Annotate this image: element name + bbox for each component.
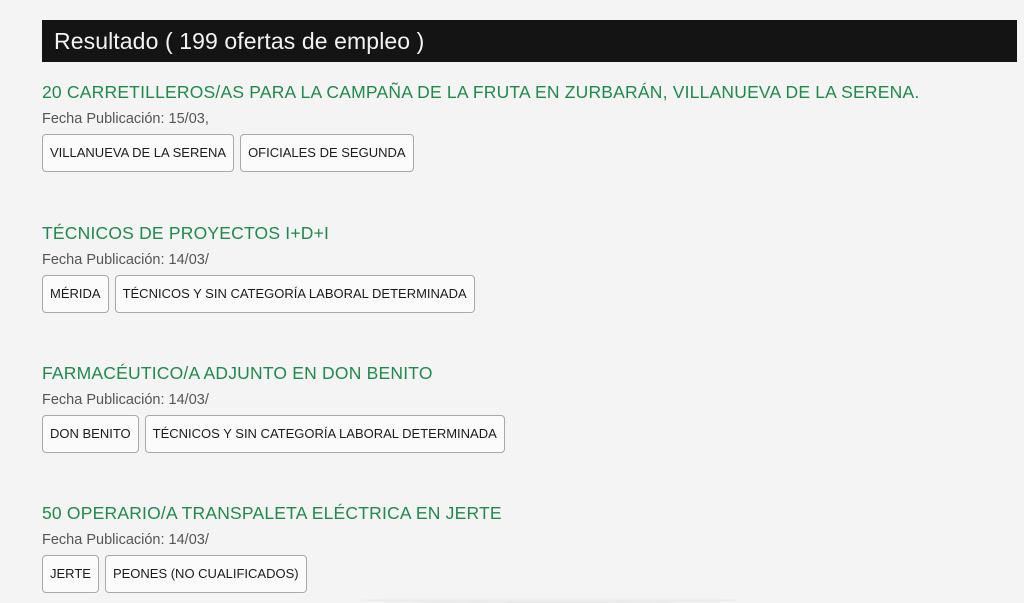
job-offer-title-link[interactable]: TÉCNICOS DE PROYECTOS I+D+I [42, 222, 1002, 244]
publication-date: Fecha Publicación: 14/03/ [42, 532, 209, 548]
publication-date: Fecha Publicación: 15/03, [42, 111, 209, 127]
job-offer-title-link[interactable]: 50 OPERARIO/A TRANSPALETA ELÉCTRICA EN J… [42, 502, 1002, 524]
location-tag[interactable]: VILLANUEVA DE LA SERENA [42, 134, 235, 172]
job-offer: 50 OPERARIO/A TRANSPALETA ELÉCTRICA EN J… [42, 502, 1002, 593]
job-offer-title-link[interactable]: FARMACÉUTICO/A ADJUNTO EN DON BENITO [42, 362, 1002, 384]
job-offer: 20 CARRETILLEROS/AS PARA LA CAMPAÑA DE L… [42, 81, 1002, 172]
tag-list: VILLANUEVA DE LA SERENA OFICIALES DE SEG… [42, 134, 1002, 172]
category-tag[interactable]: TÉCNICOS Y SIN CATEGORÍA LABORAL DETERMI… [144, 415, 505, 453]
tag-list: JERTE PEONES (NO CUALIFICADOS) [42, 555, 1002, 593]
tag-list: MÉRIDA TÉCNICOS Y SIN CATEGORÍA LABORAL … [42, 275, 1002, 313]
publication-date: Fecha Publicación: 14/03/ [42, 252, 209, 268]
tag-list: DON BENITO TÉCNICOS Y SIN CATEGORÍA LABO… [42, 415, 1002, 453]
page: Resultado ( 199 ofertas de empleo ) 20 C… [0, 0, 1024, 603]
job-offer: TÉCNICOS DE PROYECTOS I+D+I Fecha Public… [42, 222, 1002, 313]
job-offer-title-link[interactable]: 20 CARRETILLEROS/AS PARA LA CAMPAÑA DE L… [42, 81, 1002, 103]
category-tag[interactable]: OFICIALES DE SEGUNDA [240, 134, 414, 172]
category-tag[interactable]: PEONES (NO CUALIFICADOS) [104, 555, 307, 593]
category-tag[interactable]: TÉCNICOS Y SIN CATEGORÍA LABORAL DETERMI… [114, 275, 475, 313]
publication-date: Fecha Publicación: 14/03/ [42, 392, 209, 408]
location-tag[interactable]: MÉRIDA [42, 275, 109, 313]
results-header: Resultado ( 199 ofertas de empleo ) [42, 20, 1017, 62]
job-offer: FARMACÉUTICO/A ADJUNTO EN DON BENITO Fec… [42, 362, 1002, 453]
results-count-text: Resultado ( 199 ofertas de empleo ) [54, 28, 425, 54]
location-tag[interactable]: JERTE [42, 555, 99, 593]
scroll-shadow [360, 597, 740, 603]
location-tag[interactable]: DON BENITO [42, 415, 139, 453]
